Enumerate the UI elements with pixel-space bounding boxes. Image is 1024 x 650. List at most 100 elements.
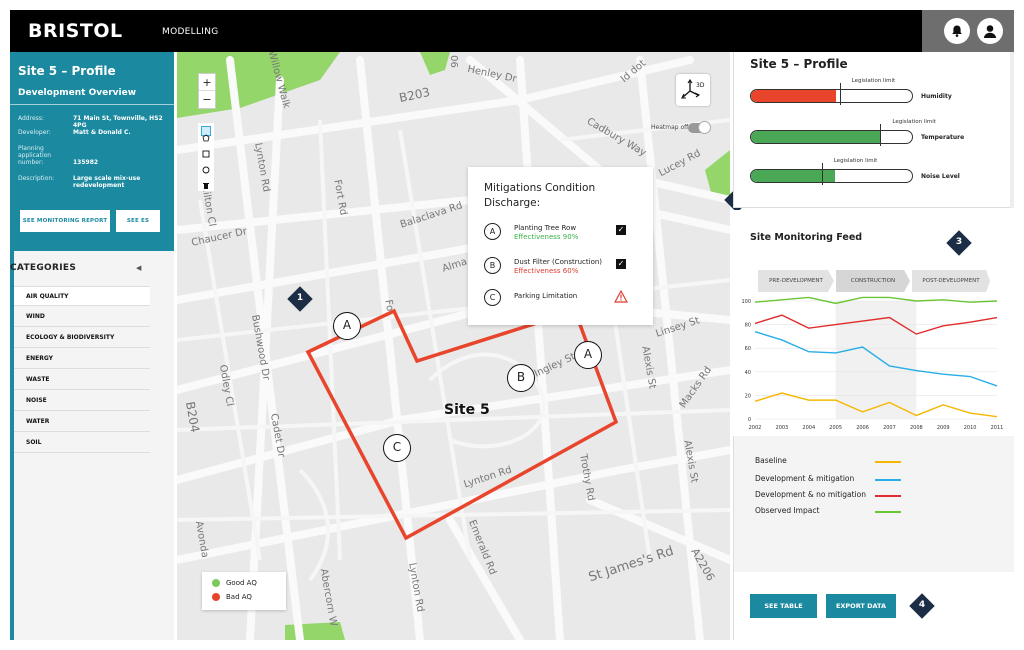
x-tick-label: 2002 bbox=[749, 425, 762, 431]
see-table-button[interactable]: SEE TABLE bbox=[750, 594, 817, 618]
app-root: BRISTOL MODELLING Site 5 – Profile Devel… bbox=[0, 0, 1024, 650]
marker-a-west[interactable]: A bbox=[333, 312, 361, 340]
circle-tool-button[interactable] bbox=[201, 160, 211, 174]
topbar-actions bbox=[922, 10, 1014, 52]
view-3d-button[interactable]: 3D bbox=[676, 74, 710, 106]
meter-name: Temperature bbox=[921, 134, 965, 141]
category-wind[interactable]: WIND bbox=[14, 307, 150, 327]
marker-a-east[interactable]: A bbox=[574, 341, 602, 369]
x-tick-label: 2003 bbox=[776, 425, 789, 431]
x-tick-label: 2010 bbox=[964, 425, 977, 431]
series-legend-swatch bbox=[875, 495, 901, 497]
subtitle-divider bbox=[10, 104, 174, 105]
warning-icon[interactable] bbox=[614, 290, 628, 303]
category-ecology[interactable]: ECOLOGY & BIODIVERSITY bbox=[14, 328, 150, 348]
draw-tools bbox=[198, 123, 214, 191]
polygon-icon bbox=[202, 134, 210, 142]
planning-label-2: application bbox=[18, 152, 52, 159]
category-noise[interactable]: NOISE bbox=[14, 391, 150, 411]
check-icon[interactable]: ✓ bbox=[616, 225, 626, 235]
category-air-quality[interactable]: AIR QUALITY bbox=[14, 286, 150, 306]
series-legend-label: Development & no mitigation bbox=[755, 490, 866, 499]
planning-label-3: number: bbox=[18, 159, 44, 166]
mitigation-effectiveness: Effectiveness 60% bbox=[514, 267, 579, 275]
description-line-2: redevelopment bbox=[73, 182, 125, 189]
road-label-06: 06 bbox=[447, 55, 459, 68]
category-energy[interactable]: ENERGY bbox=[14, 349, 150, 369]
mitigation-name: Parking Limitation bbox=[514, 292, 578, 300]
site-label: Site 5 bbox=[444, 402, 490, 418]
brand-logo[interactable]: BRISTOL bbox=[28, 20, 123, 42]
series-legend-swatch bbox=[875, 461, 901, 463]
mitigation-letter: A bbox=[484, 223, 501, 240]
x-tick-label: 2005 bbox=[829, 425, 842, 431]
see-monitoring-report-button[interactable]: SEE MONITORING REPORT bbox=[20, 210, 110, 232]
export-data-button[interactable]: EXPORT DATA bbox=[826, 594, 896, 618]
profile-scrollbar[interactable] bbox=[1010, 52, 1014, 208]
step-3-label: 3 bbox=[955, 237, 963, 247]
mitigations-title: Mitigations Condition Discharge: bbox=[484, 182, 596, 209]
aq-legend: Good AQ Bad AQ bbox=[202, 572, 286, 610]
rectangle-tool-button[interactable] bbox=[201, 144, 211, 158]
meter-fill bbox=[751, 90, 837, 102]
phase-construction[interactable]: CONSTRUCTION bbox=[836, 270, 910, 292]
category-soil[interactable]: SOIL bbox=[14, 433, 150, 453]
category-waste[interactable]: WASTE bbox=[14, 370, 150, 390]
series-legend-swatch bbox=[875, 479, 901, 481]
label-3d: 3D bbox=[696, 82, 705, 89]
legislation-limit-marker bbox=[821, 163, 823, 185]
mitigation-name: Planting Tree Row bbox=[514, 224, 577, 232]
circle-icon bbox=[202, 166, 210, 174]
mitigations-popup: Mitigations Condition Discharge: A Plant… bbox=[468, 167, 653, 325]
check-icon[interactable]: ✓ bbox=[616, 259, 626, 269]
zoom-controls: + − bbox=[198, 73, 216, 109]
x-tick-label: 2004 bbox=[802, 425, 815, 431]
marker-c[interactable]: C bbox=[383, 434, 411, 462]
zoom-in-button[interactable]: + bbox=[199, 74, 215, 91]
legend-bad-label: Bad AQ bbox=[226, 593, 252, 601]
developer-label: Developer: bbox=[18, 129, 51, 136]
address-value: 71 Main St, Townville, HS2 4PG bbox=[73, 115, 163, 129]
legislation-limit-marker bbox=[839, 83, 841, 105]
category-water[interactable]: WATER bbox=[14, 412, 150, 432]
series-legend-label: Baseline bbox=[755, 456, 787, 465]
legislation-limit-label: Legislation limit bbox=[851, 78, 896, 84]
mitigation-name: Dust Filter (Construction) bbox=[514, 258, 603, 266]
park-area-small bbox=[420, 52, 450, 75]
planning-label-1: Planning bbox=[18, 145, 44, 152]
zoom-out-button[interactable]: − bbox=[199, 91, 215, 108]
series-legend-label: Observed Impact bbox=[755, 506, 820, 515]
profile-title: Site 5 – Profile bbox=[18, 64, 116, 78]
polygon-tool-button[interactable] bbox=[201, 126, 211, 142]
bad-dot-icon bbox=[212, 593, 220, 601]
map-view[interactable]: Willow Walk Henley Dr B203 Id dot Cadbur… bbox=[177, 52, 730, 640]
y-tick-label: 80 bbox=[745, 323, 751, 329]
nav-modelling[interactable]: MODELLING bbox=[162, 27, 219, 37]
legislation-limit-label: Legislation limit bbox=[833, 158, 878, 164]
address-label: Address: bbox=[18, 115, 44, 122]
x-tick-label: 2008 bbox=[910, 425, 923, 431]
collapse-arrow-icon[interactable]: ◀ bbox=[136, 264, 141, 272]
meter-temperature bbox=[750, 130, 913, 144]
heatmap-toggle-knob[interactable] bbox=[698, 121, 711, 134]
delete-tool-button[interactable] bbox=[201, 176, 211, 189]
see-es-button[interactable]: SEE ES bbox=[116, 210, 160, 232]
good-dot-icon bbox=[212, 579, 220, 587]
y-tick-label: 20 bbox=[745, 393, 751, 399]
profile-button[interactable] bbox=[977, 18, 1003, 44]
phase-post-development[interactable]: POST-DEVELOPMENT bbox=[912, 270, 990, 292]
phase-pre-development[interactable]: PRE-DEVELOPMENT bbox=[758, 270, 834, 292]
bell-icon bbox=[952, 25, 962, 37]
feed-line-chart: 0 20 40 60 80 100 2002 2003 2004 2005 2006 2007 2008… bbox=[741, 296, 1003, 431]
square-icon bbox=[202, 150, 210, 158]
y-tick-label: 100 bbox=[741, 299, 751, 305]
step-1-label: 1 bbox=[296, 293, 304, 303]
notifications-button[interactable] bbox=[944, 18, 970, 44]
profile-subtitle: Development Overview bbox=[18, 88, 137, 98]
mitigation-letter: B bbox=[484, 257, 501, 274]
user-icon bbox=[983, 25, 997, 38]
marker-b[interactable]: B bbox=[507, 364, 535, 392]
axis-3d-icon: 3D bbox=[681, 79, 705, 99]
meter-name: Noise Level bbox=[921, 173, 960, 180]
legend-good-label: Good AQ bbox=[226, 579, 257, 587]
